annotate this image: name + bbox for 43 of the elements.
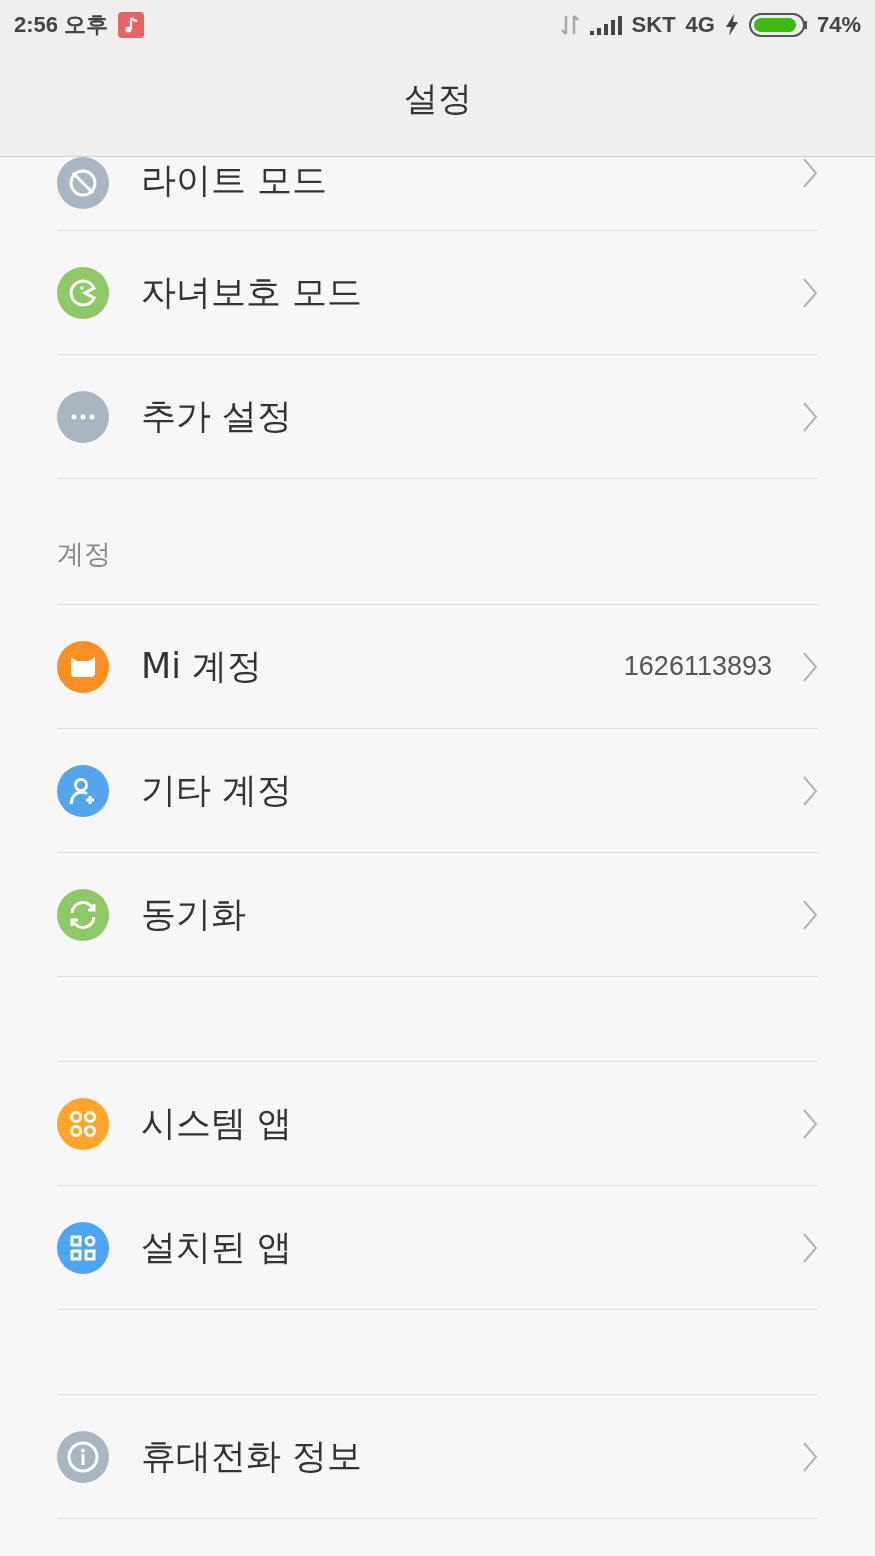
item-label: 라이트 모드 xyxy=(141,159,329,202)
data-arrows-icon xyxy=(559,14,580,36)
signal-icon xyxy=(589,15,622,35)
item-label: 휴대전화 정보 xyxy=(141,1435,364,1478)
grid-circles-icon xyxy=(69,1109,97,1138)
settings-item[interactable]: 설치된 앱 xyxy=(57,1186,818,1310)
item-label: 기타 계정 xyxy=(141,769,294,812)
slashed-circle-icon xyxy=(68,168,98,198)
item-label: Mi 계정 xyxy=(141,645,264,688)
chevron-right-icon xyxy=(802,650,818,683)
settings-item[interactable]: 동기화 xyxy=(57,853,818,977)
chevron-right-icon xyxy=(802,276,818,309)
info-icon xyxy=(66,1439,100,1474)
battery-percent: 74% xyxy=(816,12,861,38)
settings-item[interactable]: 라이트 모드 xyxy=(57,157,818,231)
music-note-icon xyxy=(118,12,145,38)
chevron-right-icon xyxy=(802,157,818,189)
item-label: 설치된 앱 xyxy=(141,1226,294,1269)
item-label: 자녀보호 모드 xyxy=(141,271,364,314)
chevron-right-icon xyxy=(802,898,818,931)
carrier-name: SKT xyxy=(631,12,676,38)
chevron-right-icon xyxy=(802,774,818,807)
settings-item[interactable]: 시스템 앱 xyxy=(57,1062,818,1186)
grid-squares-icon xyxy=(69,1233,97,1262)
chevron-right-icon xyxy=(802,1107,818,1140)
chevron-right-icon xyxy=(802,400,818,433)
settings-item[interactable]: Mi 계정 1626113893 xyxy=(57,605,818,729)
chevron-right-icon xyxy=(802,1440,818,1473)
section-header: 계정 xyxy=(57,537,111,571)
item-label: 추가 설정 xyxy=(141,395,294,438)
settings-item[interactable]: 자녀보호 모드 xyxy=(57,231,818,355)
settings-item[interactable]: 기타 계정 xyxy=(57,729,818,853)
status-time: 2:56 오후 xyxy=(14,11,109,39)
battery-icon xyxy=(748,13,807,37)
page-title: 설정 xyxy=(403,77,472,120)
settings-item[interactable]: 추가 설정 xyxy=(57,355,818,479)
item-value: 1626113893 xyxy=(623,651,772,682)
item-label: 시스템 앱 xyxy=(141,1102,294,1145)
chevron-right-icon xyxy=(802,1231,818,1264)
more-icon xyxy=(71,413,95,420)
network-type: 4G xyxy=(685,12,715,38)
settings-item[interactable]: 휴대전화 정보 xyxy=(57,1395,818,1519)
item-label: 동기화 xyxy=(141,893,247,936)
